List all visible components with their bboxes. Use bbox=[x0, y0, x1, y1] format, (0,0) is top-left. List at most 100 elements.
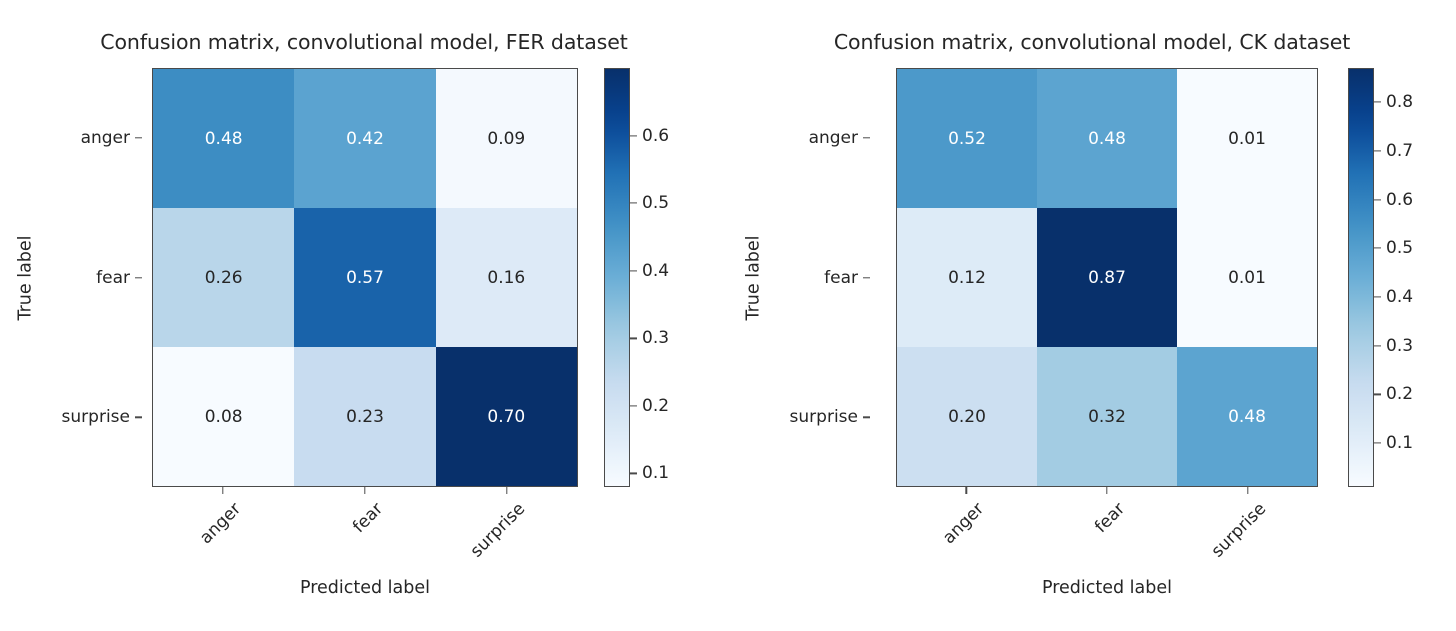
panel-title: Confusion matrix, convolutional model, C… bbox=[833, 30, 1351, 54]
heatmap-cell: 0.70 bbox=[435, 347, 577, 486]
cell-value: 0.52 bbox=[948, 128, 986, 149]
colorbar-tick-label: 0.3 bbox=[642, 328, 670, 349]
cell-value: 0.32 bbox=[1088, 406, 1126, 427]
colorbar-tick-mark bbox=[1374, 345, 1381, 347]
colorbar-tick-mark bbox=[630, 202, 637, 204]
heatmap-grid: 0.48 0.42 0.09 0.26 0.57 0.16 0.08 0.23 0.70 bbox=[152, 68, 578, 487]
colorbar-gradient bbox=[1348, 68, 1374, 487]
y-tick-label: surprise bbox=[61, 407, 130, 428]
colorbar-tick-mark bbox=[1374, 393, 1381, 396]
y-tick-mark bbox=[135, 137, 142, 139]
cell-value: 0.09 bbox=[487, 128, 526, 149]
x-tick-labels: anger fear surprise bbox=[152, 487, 578, 577]
heatmap-cell: 0.48 bbox=[1177, 347, 1317, 486]
y-tick-labels: anger fear surprise bbox=[728, 68, 870, 487]
colorbar-tick-label: 0.4 bbox=[1386, 286, 1414, 307]
heatmap-cell: 0.23 bbox=[294, 347, 436, 486]
y-tick-label: fear bbox=[96, 267, 130, 288]
x-axis-label: Predicted label bbox=[299, 578, 431, 598]
x-tick-mark bbox=[364, 487, 366, 494]
colorbar-tick-label: 0.8 bbox=[1386, 92, 1414, 113]
heatmap-cell: 0.42 bbox=[294, 69, 436, 208]
x-tick-label: surprise bbox=[466, 499, 530, 562]
colorbar-tick-label: 0.2 bbox=[642, 395, 670, 416]
y-tick-mark bbox=[135, 276, 142, 279]
heatmap-cell: 0.09 bbox=[435, 69, 577, 208]
colorbar-tick-mark bbox=[1374, 101, 1381, 103]
confusion-matrix-figure: Confusion matrix, convolutional model, F… bbox=[0, 0, 1456, 631]
heatmap-cell: 0.32 bbox=[1037, 347, 1177, 486]
colorbar-tick-label: 0.1 bbox=[642, 463, 670, 484]
cell-value: 0.23 bbox=[346, 406, 384, 427]
colorbar-tick-mark bbox=[1374, 247, 1381, 249]
x-tick-mark bbox=[222, 487, 224, 494]
panel-title: Confusion matrix, convolutional model, F… bbox=[100, 30, 628, 54]
x-tick-label: anger bbox=[939, 499, 989, 549]
heatmap-cell: 0.87 bbox=[1037, 208, 1177, 347]
heatmap-cell: 0.08 bbox=[153, 347, 295, 486]
cell-value: 0.12 bbox=[948, 267, 986, 288]
colorbar-tick-mark bbox=[1374, 442, 1381, 444]
cell-value: 0.16 bbox=[487, 267, 526, 288]
colorbar-tick-label: 0.3 bbox=[1386, 335, 1414, 356]
y-tick-label: surprise bbox=[789, 407, 858, 428]
x-tick-mark bbox=[965, 487, 968, 494]
cell-value: 0.87 bbox=[1088, 267, 1126, 288]
colorbar-gradient bbox=[604, 68, 630, 487]
colorbar-tick-label: 0.5 bbox=[642, 193, 670, 214]
colorbar-tick-mark bbox=[1374, 150, 1381, 152]
y-tick-label: fear bbox=[824, 267, 858, 288]
colorbar-tick-mark bbox=[1374, 296, 1381, 298]
y-tick-mark bbox=[863, 416, 870, 418]
colorbar-tick-label: 0.5 bbox=[1386, 238, 1414, 259]
heatmap-cell: 0.20 bbox=[897, 347, 1037, 486]
heatmap-cell: 0.48 bbox=[1037, 69, 1177, 208]
cell-value: 0.70 bbox=[487, 406, 526, 427]
x-tick-mark bbox=[1106, 487, 1108, 494]
colorbar-tick-mark bbox=[630, 134, 637, 137]
heatmap-cell: 0.01 bbox=[1177, 69, 1317, 208]
heatmap-cell: 0.52 bbox=[897, 69, 1037, 208]
cell-value: 0.48 bbox=[1088, 128, 1126, 149]
cell-value: 0.42 bbox=[346, 128, 384, 149]
colorbar-tick-mark bbox=[630, 472, 637, 475]
cell-value: 0.01 bbox=[1228, 128, 1266, 149]
heatmap-cell: 0.01 bbox=[1177, 208, 1317, 347]
heatmap-cell: 0.26 bbox=[153, 208, 295, 347]
heatmap-cell: 0.57 bbox=[294, 208, 436, 347]
heatmap-cell: 0.12 bbox=[897, 208, 1037, 347]
y-tick-label: anger bbox=[80, 127, 130, 148]
x-tick-label: anger bbox=[196, 499, 246, 549]
colorbar-tick-label: 0.6 bbox=[642, 125, 670, 146]
colorbar-tick-label: 0.2 bbox=[1386, 384, 1414, 405]
x-tick-mark bbox=[506, 487, 508, 494]
heatmap-cell: 0.48 bbox=[153, 69, 295, 208]
y-tick-labels: anger fear surprise bbox=[0, 68, 142, 487]
x-tick-label: fear bbox=[1091, 499, 1130, 538]
x-tick-label: surprise bbox=[1207, 499, 1270, 562]
heatmap-grid: 0.52 0.48 0.01 0.12 0.87 0.01 0.20 0.32 0.48 bbox=[896, 68, 1318, 487]
colorbar-tick-label: 0.4 bbox=[642, 260, 670, 281]
x-axis-label: Predicted label bbox=[1041, 578, 1173, 598]
colorbar-tick-mark bbox=[630, 405, 637, 407]
y-tick-mark bbox=[863, 276, 870, 279]
cell-value: 0.01 bbox=[1228, 267, 1266, 288]
y-tick-mark bbox=[863, 137, 870, 139]
colorbar-tick-mark bbox=[630, 270, 637, 272]
panel-fer: Confusion matrix, convolutional model, F… bbox=[0, 0, 728, 631]
cell-value: 0.20 bbox=[948, 406, 986, 427]
x-tick-label: fear bbox=[349, 499, 388, 538]
y-tick-mark bbox=[135, 416, 142, 418]
x-tick-mark bbox=[1246, 487, 1249, 494]
colorbar-tick-label: 0.1 bbox=[1386, 433, 1414, 454]
x-tick-labels: anger fear surprise bbox=[896, 487, 1318, 577]
cell-value: 0.26 bbox=[204, 267, 243, 288]
panel-ck: Confusion matrix, convolutional model, C… bbox=[728, 0, 1456, 631]
colorbar-tick-label: 0.7 bbox=[1386, 140, 1414, 161]
cell-value: 0.48 bbox=[1228, 406, 1266, 427]
colorbar-tick-label: 0.6 bbox=[1386, 189, 1414, 210]
colorbar-tick-mark bbox=[1374, 198, 1381, 201]
colorbar-tick-mark bbox=[630, 337, 637, 339]
heatmap-cell: 0.16 bbox=[435, 208, 577, 347]
cell-value: 0.08 bbox=[204, 406, 243, 427]
